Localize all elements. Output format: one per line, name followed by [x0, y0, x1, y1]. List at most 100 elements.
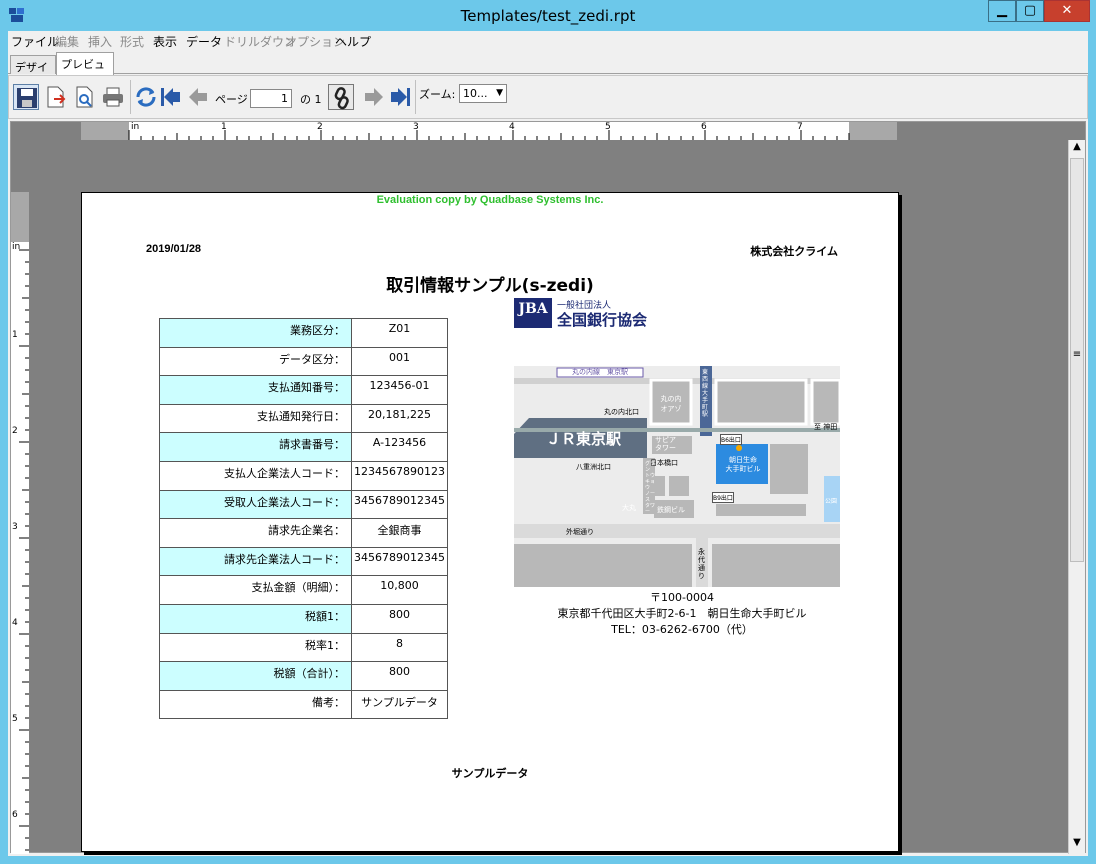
table-row: 支払人企業法人コード： 1234567890123	[159, 460, 448, 491]
ruler-num: 6	[12, 810, 18, 820]
window-title: Templates/test_zedi.rpt	[460, 7, 636, 25]
menu-edit[interactable]: 編集	[55, 33, 79, 50]
table-row: 請求先企業法人コード： 3456789012345	[159, 546, 448, 577]
minimize-button[interactable]: ▁	[988, 0, 1016, 22]
map-label-oazo: 丸の内 オアゾ	[660, 395, 682, 413]
printer-icon	[103, 87, 123, 107]
table-row: 請求先企業名： 全銀商事	[159, 518, 448, 548]
field-label: 備考：	[159, 689, 352, 720]
next-page-button[interactable]	[361, 84, 387, 110]
evaluation-watermark: Evaluation copy by Quadbase Systems Inc.	[376, 194, 604, 206]
menu-file[interactable]: ファイル	[11, 33, 59, 50]
table-row: 備考： サンプルデータ	[159, 689, 448, 720]
location-map: 丸の内線 東京駅 丸の内 オアゾ 丸の内北口 東西線 大手町駅 ＪＲ東京駅 サピ…	[514, 366, 840, 587]
next-page-icon	[365, 88, 383, 106]
jba-logo: JBA 一般社団法人 全国銀行協会	[514, 298, 674, 330]
tab-preview[interactable]: プレビュー	[56, 52, 114, 87]
map-label-marunouchi-north: 丸の内北口	[604, 408, 639, 416]
table-row: 支払通知発行日： 20,181,225	[159, 403, 448, 434]
table-row: 支払通知番号： 123456-01	[159, 375, 448, 405]
jba-logo-mark: JBA	[514, 298, 552, 328]
report-title: 取引情報サンプル(s-zedi)	[386, 276, 594, 296]
scroll-thumb[interactable]: ≡	[1070, 158, 1084, 562]
map-label-otemachi: 東西線 大手町駅	[702, 369, 709, 418]
field-value: 10,800	[351, 575, 448, 605]
report-date: 2019/01/28	[146, 243, 202, 255]
refresh-icon	[136, 87, 156, 107]
vertical-scrollbar[interactable]: ▲ ≡ ▼	[1068, 140, 1085, 854]
page-setup-icon	[76, 86, 93, 108]
close-button[interactable]: ✕	[1044, 0, 1090, 22]
field-label: 業務区分：	[159, 318, 352, 348]
address-zip: 〒100-0004	[650, 591, 714, 604]
field-value: 800	[351, 661, 448, 691]
last-page-icon	[391, 88, 410, 106]
export-icon	[47, 86, 66, 108]
ruler-num: 2	[12, 426, 18, 436]
zoom-value: 10...	[463, 87, 488, 100]
field-label: 税率1：	[159, 632, 352, 663]
tab-design[interactable]: デザイン	[10, 55, 56, 90]
map-label-kanda: 至 神田	[814, 423, 838, 431]
map-label-b9: B9出口	[712, 492, 734, 503]
field-value: A-123456	[351, 432, 448, 462]
grip-icon: ≡	[1072, 349, 1082, 360]
page-count-label: の 1	[300, 93, 322, 106]
menu-insert[interactable]: 挿入	[88, 33, 112, 50]
menu-data[interactable]: データ	[186, 33, 222, 50]
first-page-button[interactable]	[158, 84, 184, 110]
map-label-daimaru: 大丸	[622, 504, 636, 512]
ruler-num: 1	[221, 122, 227, 132]
ruler-num: 5	[605, 122, 611, 132]
goto-page-button[interactable]	[328, 84, 354, 110]
ruler-ticks	[128, 130, 850, 140]
previous-page-button[interactable]	[185, 84, 211, 110]
refresh-button[interactable]	[133, 84, 159, 110]
view-tabs: デザイン プレビュー	[8, 52, 1088, 90]
toolbar: ページ 1 の 1 ズーム: 10... ▼	[8, 75, 1088, 119]
map-label-yaesu-north: 八重洲北口	[576, 463, 611, 471]
field-label: 受取人企業法人コード：	[159, 489, 352, 520]
ruler-num: 3	[12, 522, 18, 532]
map-label-sapia: サピア タワー	[655, 436, 676, 452]
last-page-button[interactable]	[387, 84, 413, 110]
app-client: ファイル 編集 挿入 形式 表示 データ ドリルダウン オプション ヘルプ デザ…	[8, 31, 1088, 856]
field-value: 8	[351, 632, 448, 663]
report-company: 株式会社クライム	[750, 245, 838, 258]
first-page-icon	[161, 88, 180, 106]
minimize-icon: ▁	[997, 3, 1007, 18]
export-button[interactable]	[42, 84, 68, 110]
address-line: 東京都千代田区大手町2-6-1 朝日生命大手町ビル	[557, 607, 807, 620]
scroll-up-icon[interactable]: ▲	[1069, 141, 1085, 157]
report-page: Evaluation copy by Quadbase Systems Inc.…	[81, 192, 899, 852]
menu-help[interactable]: ヘルプ	[335, 33, 371, 50]
field-label: 支払通知発行日：	[159, 403, 352, 434]
toolbar-separator-2	[415, 80, 416, 114]
ruler-num: 4	[509, 122, 515, 132]
print-button[interactable]	[100, 84, 126, 110]
map-label-b6: B6出口	[720, 434, 742, 445]
field-label: 支払金額（明細）：	[159, 575, 352, 605]
scroll-down-icon[interactable]: ▼	[1069, 837, 1085, 853]
field-label: 請求書番号：	[159, 432, 352, 462]
save-button[interactable]	[13, 84, 39, 110]
maximize-button[interactable]: ▢	[1016, 0, 1044, 22]
save-icon	[17, 88, 37, 108]
table-row: 請求書番号： A-123456	[159, 432, 448, 462]
page-label: ページ	[215, 93, 248, 106]
menu-format[interactable]: 形式	[120, 33, 144, 50]
page-setup-button[interactable]	[71, 84, 97, 110]
menu-view[interactable]: 表示	[153, 33, 177, 50]
field-value: Z01	[351, 318, 448, 348]
previous-page-icon	[189, 88, 207, 106]
field-value: 1234567890123	[351, 460, 448, 491]
zoom-select[interactable]: 10... ▼	[459, 84, 507, 103]
toolbar-separator	[130, 80, 131, 114]
report-footer: サンプルデータ	[451, 767, 529, 780]
field-value: 800	[351, 603, 448, 634]
ruler-num: 4	[12, 618, 18, 628]
close-icon: ✕	[1061, 3, 1073, 18]
field-label: 支払人企業法人コード：	[159, 460, 352, 491]
map-label-park: 公園	[825, 498, 838, 505]
page-number-input[interactable]: 1	[250, 89, 292, 108]
